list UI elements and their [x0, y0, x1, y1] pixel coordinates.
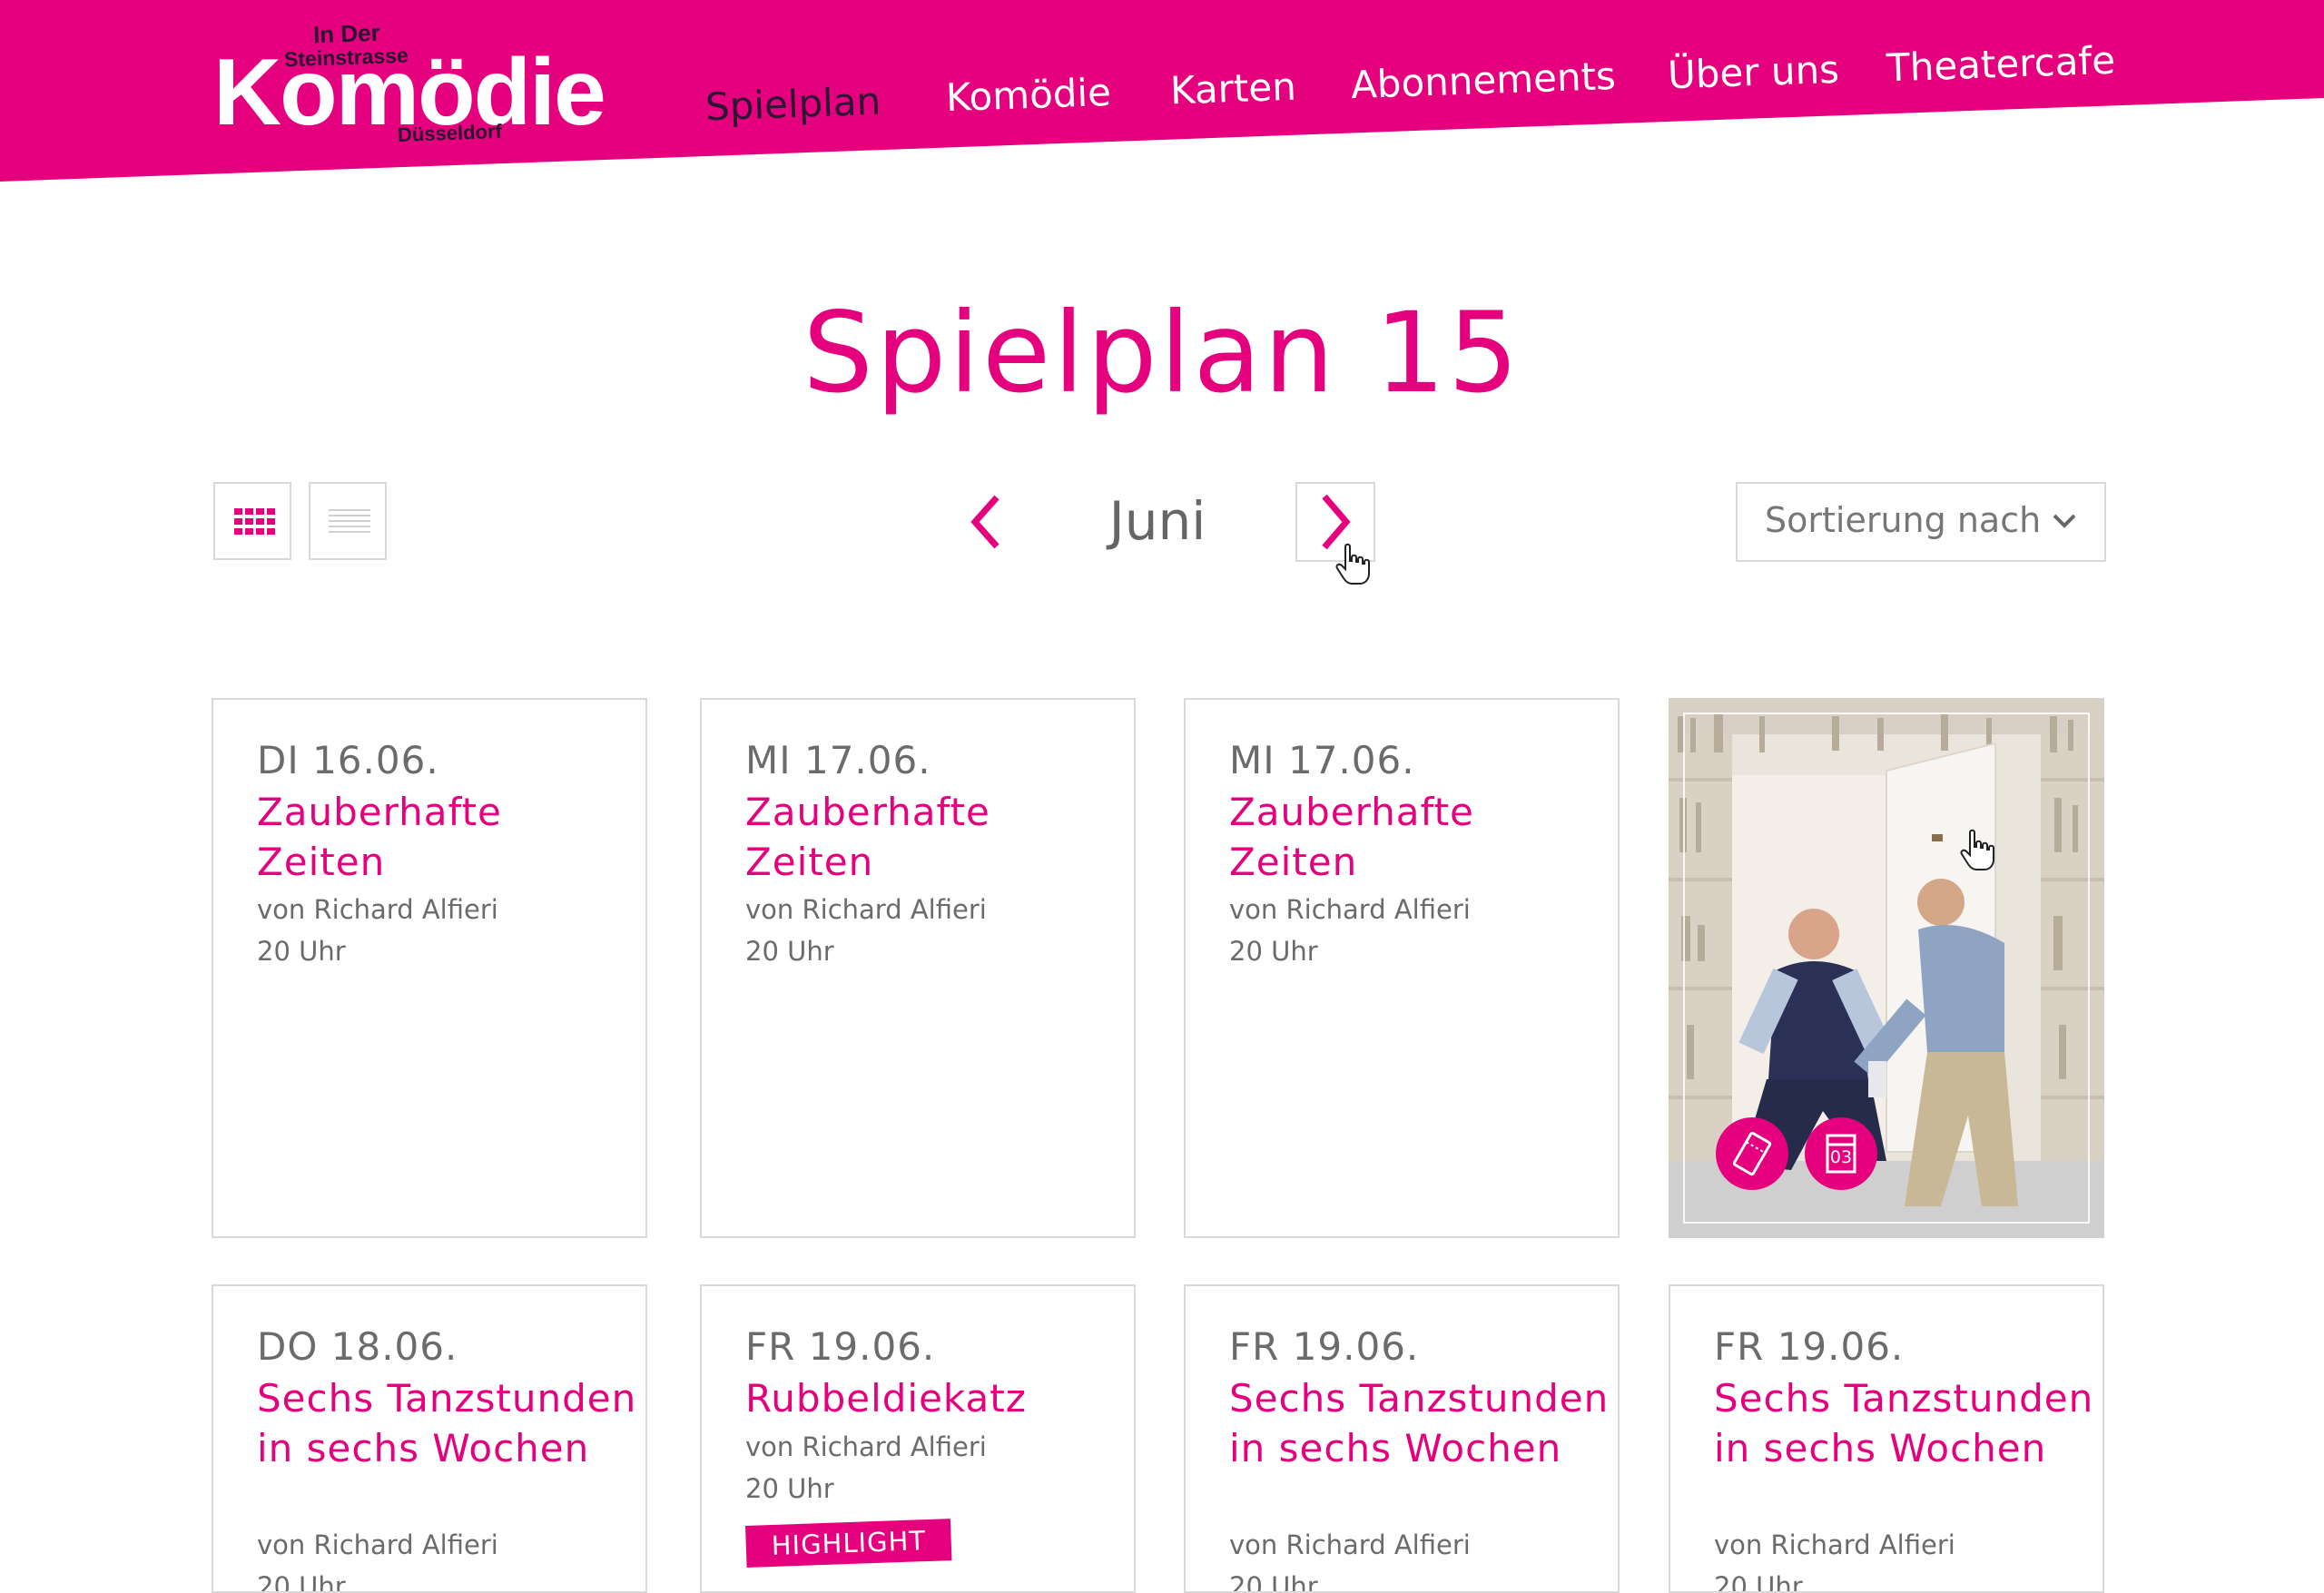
event-title: Sechs Tanzstunden in sechs Wochen	[1714, 1376, 2094, 1470]
event-author: von Richard Alfieri	[1714, 1529, 1955, 1560]
event-date: FR 19.06.	[1229, 1324, 1420, 1369]
nav-item-abonnements[interactable]: Abonnements	[1350, 54, 1616, 107]
grid-view-button[interactable]	[213, 482, 291, 560]
current-month: Juni	[1108, 490, 1206, 552]
event-author: von Richard Alfieri	[257, 1529, 498, 1560]
ticket-button[interactable]	[1716, 1117, 1788, 1190]
event-date: MI 17.06.	[745, 738, 931, 782]
hand-cursor-icon	[1335, 543, 1370, 585]
event-date: FR 19.06.	[745, 1324, 936, 1369]
event-author: von Richard Alfieri	[1229, 894, 1471, 925]
event-card[interactable]: MI 17.06. Zauberhafte Zeiten von Richard…	[1184, 698, 1620, 1238]
event-card[interactable]: MI 17.06. Zauberhafte Zeiten von Richard…	[700, 698, 1136, 1238]
event-time: 20 Uhr	[1229, 936, 1318, 967]
event-card[interactable]: FR 19.06. Rubbeldiekatz von Richard Alfi…	[700, 1284, 1136, 1593]
event-time: 20 Uhr	[1714, 1571, 1803, 1593]
chevron-down-icon	[2053, 514, 2076, 528]
chevron-left-icon	[970, 495, 1000, 549]
event-card[interactable]: FR 19.06. Sechs Tanzstunden in sechs Woc…	[1669, 1284, 2104, 1593]
nav-item-karten[interactable]: Karten	[1169, 64, 1296, 113]
ticket-icon	[1732, 1131, 1772, 1176]
nav-item-theatercafe[interactable]: Theatercafe	[1886, 38, 2116, 91]
logo-line-3: Düsseldorf	[397, 120, 503, 146]
sort-dropdown[interactable]: Sortierung nach	[1736, 482, 2106, 562]
event-time: 20 Uhr	[257, 1571, 346, 1593]
calendar-button[interactable]: 03	[1805, 1117, 1877, 1190]
hand-cursor-icon	[1960, 829, 1994, 870]
event-date: FR 19.06.	[1714, 1324, 1905, 1369]
grid-icon	[234, 508, 275, 536]
list-view-button[interactable]	[309, 482, 387, 560]
nav-item-komoedie[interactable]: Komödie	[945, 70, 1112, 120]
list-icon	[329, 509, 370, 536]
event-date: DO 18.06.	[257, 1324, 458, 1369]
event-title: Sechs Tanzstunden in sechs Wochen	[257, 1376, 637, 1470]
previous-month-button[interactable]	[964, 490, 1011, 554]
logo[interactable]: In Der Steinstrasse Komödie Düsseldorf	[212, 19, 606, 156]
page-title: Spielplan 15	[803, 289, 1521, 418]
event-date: MI 17.06.	[1229, 738, 1415, 782]
nav-item-ueber-uns[interactable]: Über uns	[1667, 47, 1840, 98]
event-title: Zauberhafte Zeiten	[1229, 790, 1474, 884]
event-author: von Richard Alfieri	[745, 894, 987, 925]
event-date: DI 16.06.	[257, 738, 439, 782]
event-author: von Richard Alfieri	[1229, 1529, 1471, 1560]
event-title: Rubbeldiekatz	[745, 1376, 1027, 1421]
event-card[interactable]: DO 18.06. Sechs Tanzstunden in sechs Woc…	[212, 1284, 647, 1593]
event-time: 20 Uhr	[745, 936, 834, 967]
event-time: 20 Uhr	[745, 1473, 834, 1504]
highlight-badge: HIGHLIGHT	[745, 1519, 952, 1568]
event-title: Zauberhafte Zeiten	[257, 790, 502, 884]
sort-label: Sortierung nach	[1765, 500, 2042, 540]
event-author: von Richard Alfieri	[257, 894, 498, 925]
event-card[interactable]: FR 19.06. Sechs Tanzstunden in sechs Woc…	[1184, 1284, 1620, 1593]
event-title: Sechs Tanzstunden in sechs Wochen	[1229, 1376, 1610, 1470]
event-card[interactable]: DI 16.06. Zauberhafte Zeiten von Richard…	[212, 698, 647, 1238]
nav-item-spielplan[interactable]: Spielplan	[704, 79, 881, 130]
calendar-day: 03	[1829, 1147, 1853, 1167]
event-time: 20 Uhr	[257, 936, 346, 967]
event-time: 20 Uhr	[1229, 1571, 1318, 1593]
event-photo-card[interactable]: 03	[1669, 698, 2104, 1238]
event-author: von Richard Alfieri	[745, 1431, 987, 1462]
event-title: Zauberhafte Zeiten	[745, 790, 990, 884]
